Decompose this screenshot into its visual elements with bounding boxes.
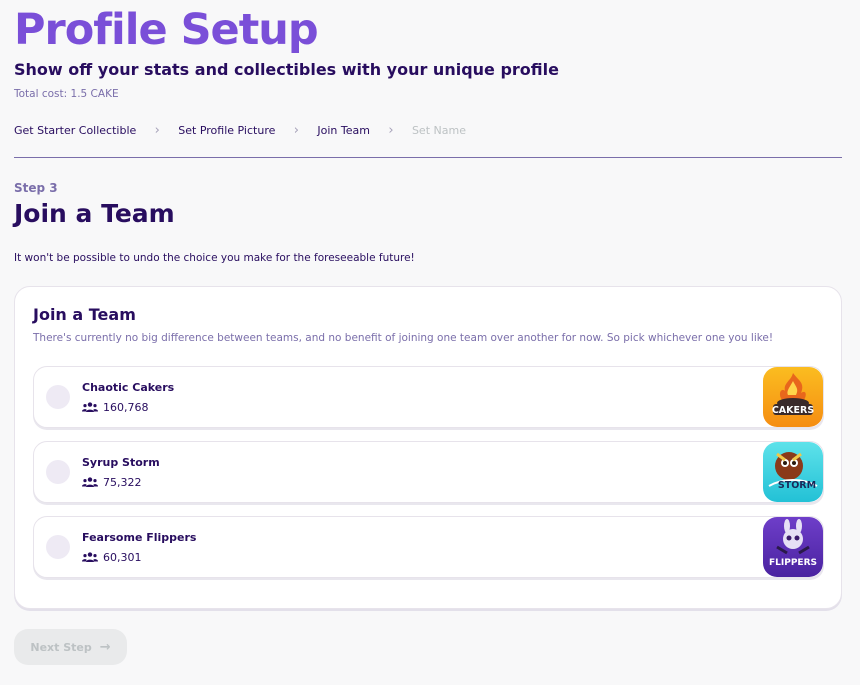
- chevron-right-icon: ›: [293, 122, 299, 138]
- team-member-count: 75,322: [82, 475, 142, 489]
- team-option-fearsome-flippers[interactable]: Fearsome Flippers 60,301 FLIPPERS: [33, 516, 824, 578]
- team-image-text: STORM: [778, 480, 816, 491]
- breadcrumb-step-collectible: Get Starter Collectible: [14, 123, 137, 137]
- step-label: Step 3: [14, 181, 58, 195]
- breadcrumb: Get Starter Collectible › Set Profile Pi…: [14, 122, 466, 138]
- team-radio[interactable]: [46, 535, 70, 559]
- team-name: Fearsome Flippers: [82, 531, 197, 544]
- team-image-cakers: CAKERS: [763, 367, 823, 427]
- card-title: Join a Team: [33, 305, 136, 324]
- team-radio[interactable]: [46, 460, 70, 484]
- users-icon: [82, 477, 98, 487]
- team-radio[interactable]: [46, 385, 70, 409]
- team-option-chaotic-cakers[interactable]: Chaotic Cakers 160,768 CAKERS: [33, 366, 824, 428]
- team-member-count: 160,768: [82, 400, 149, 414]
- team-name: Chaotic Cakers: [82, 381, 175, 394]
- next-step-button[interactable]: Next Step →: [14, 629, 127, 665]
- member-count-value: 75,322: [103, 475, 142, 489]
- team-name: Syrup Storm: [82, 456, 160, 469]
- card-description: There's currently no big difference betw…: [33, 332, 774, 344]
- arrow-right-icon: →: [99, 639, 111, 655]
- team-option-syrup-storm[interactable]: Syrup Storm 75,322 STORM: [33, 441, 824, 503]
- warning-text: It won't be possible to undo the choice …: [14, 252, 415, 264]
- page-title: Profile Setup: [14, 5, 319, 55]
- team-image-flippers: FLIPPERS: [763, 517, 823, 577]
- team-image-text: CAKERS: [772, 405, 814, 416]
- users-icon: [82, 402, 98, 412]
- team-image-text: FLIPPERS: [769, 558, 817, 568]
- join-team-card: Join a Team There's currently no big dif…: [14, 286, 842, 609]
- breadcrumb-step-set-name: Set Name: [411, 123, 466, 137]
- team-member-count: 60,301: [82, 550, 142, 564]
- breadcrumb-step-profile-picture: Set Profile Picture: [178, 123, 276, 137]
- chevron-right-icon: ›: [388, 122, 394, 138]
- users-icon: [82, 552, 98, 562]
- step-title: Join a Team: [14, 199, 175, 228]
- chevron-right-icon: ›: [154, 122, 160, 138]
- member-count-value: 160,768: [103, 400, 149, 414]
- team-image-storm: STORM: [763, 442, 823, 502]
- divider: [14, 157, 842, 158]
- page-subtitle: Show off your stats and collectibles wit…: [14, 60, 559, 79]
- member-count-value: 60,301: [103, 550, 142, 564]
- total-cost: Total cost: 1.5 CAKE: [14, 88, 119, 100]
- next-step-label: Next Step: [30, 640, 92, 654]
- breadcrumb-step-join-team: Join Team: [317, 123, 370, 137]
